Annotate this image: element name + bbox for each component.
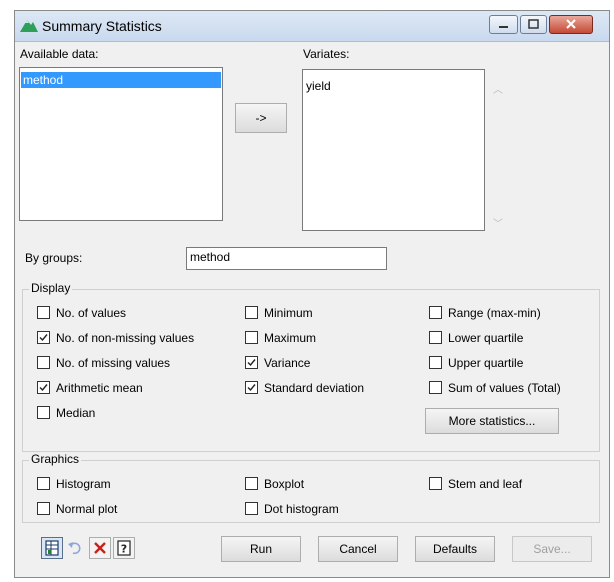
checkmark-icon	[39, 384, 48, 392]
clear-button[interactable]	[89, 537, 111, 559]
checkbox-label: Dot histogram	[264, 502, 339, 516]
checkbox-label: Lower quartile	[448, 331, 524, 345]
variates-label: Variates:	[303, 47, 350, 61]
minimize-button[interactable]	[489, 15, 518, 34]
checkbox-label: Standard deviation	[264, 381, 365, 395]
checkbox-label: Median	[56, 406, 96, 420]
svg-text:?: ?	[121, 543, 127, 556]
scroll-down-icon[interactable]: ﹀	[493, 215, 503, 230]
run-button[interactable]: Run	[221, 536, 301, 562]
checkbox-box[interactable]	[245, 356, 258, 369]
checkmark-icon	[39, 334, 48, 342]
available-data-list[interactable]: method	[19, 67, 223, 221]
help-button[interactable]: ?	[113, 537, 135, 559]
checkbox-box[interactable]	[429, 306, 442, 319]
checkbox-box[interactable]	[37, 356, 50, 369]
checkbox-box[interactable]	[429, 477, 442, 490]
variates-list[interactable]: yield	[302, 69, 485, 231]
title-bar[interactable]: Summary Statistics	[15, 11, 609, 42]
summary-statistics-dialog: Summary Statistics Available data: metho…	[14, 10, 610, 578]
move-to-variates-button[interactable]: ->	[235, 103, 287, 133]
scroll-up-icon[interactable]: ︿	[493, 81, 503, 96]
checkbox-label: No. of values	[56, 306, 127, 320]
spreadsheet-button[interactable]	[41, 537, 63, 559]
checkmark-icon	[247, 359, 256, 367]
checkbox-box[interactable]	[245, 306, 258, 319]
by-groups-field[interactable]: method	[186, 247, 387, 270]
mountain-icon	[20, 20, 38, 32]
graphics-group-title: Graphics	[29, 452, 82, 466]
checkbox-label: No. of missing values	[56, 356, 171, 370]
list-item[interactable]: yield	[304, 78, 483, 94]
spreadsheet-icon	[45, 540, 59, 556]
checkbox-label: Arithmetic mean	[56, 381, 143, 395]
checkbox-label: Sum of values (Total)	[448, 381, 561, 395]
available-data-label: Available data:	[20, 47, 99, 61]
display-group-title: Display	[29, 281, 73, 295]
checkbox-box[interactable]	[429, 331, 442, 344]
checkbox-label: Stem and leaf	[448, 477, 523, 491]
checkbox-box[interactable]	[245, 331, 258, 344]
close-icon	[566, 19, 576, 29]
undo-button[interactable]	[65, 537, 87, 559]
checkbox-label: Upper quartile	[448, 356, 524, 370]
checkbox-box[interactable]	[37, 406, 50, 419]
checkbox-box[interactable]	[429, 381, 442, 394]
checkbox-label: Minimum	[264, 306, 313, 320]
checkbox-label: Variance	[264, 356, 311, 370]
checkbox-label: Range (max-min)	[448, 306, 541, 320]
checkbox-box[interactable]	[37, 306, 50, 319]
clear-icon	[94, 542, 106, 554]
checkbox-label: Boxplot	[264, 477, 305, 491]
minimize-icon	[499, 26, 508, 28]
checkmark-icon	[247, 384, 256, 392]
checkbox-box[interactable]	[429, 356, 442, 369]
checkbox-label: Maximum	[264, 331, 317, 345]
checkbox-box[interactable]	[37, 381, 50, 394]
checkbox-box[interactable]	[37, 502, 50, 515]
checkbox-box[interactable]	[37, 477, 50, 490]
close-button[interactable]	[549, 15, 593, 34]
by-groups-label: By groups:	[25, 251, 83, 265]
maximize-button[interactable]	[520, 15, 547, 34]
cancel-button[interactable]: Cancel	[318, 536, 398, 562]
window-title: Summary Statistics	[42, 18, 162, 34]
list-item[interactable]: method	[21, 72, 221, 88]
save-button[interactable]: Save...	[512, 536, 592, 562]
undo-icon	[68, 542, 81, 555]
checkbox-label: Histogram	[56, 477, 111, 491]
checkbox-box[interactable]	[245, 502, 258, 515]
checkbox-box[interactable]	[245, 477, 258, 490]
maximize-icon	[528, 19, 539, 29]
more-statistics-button[interactable]: More statistics...	[425, 408, 559, 434]
help-icon: ?	[117, 540, 131, 556]
defaults-button[interactable]: Defaults	[415, 536, 495, 562]
checkbox-label: No. of non-missing values	[56, 331, 195, 345]
checkbox-label: Normal plot	[56, 502, 118, 516]
checkbox-box[interactable]	[37, 331, 50, 344]
checkbox-box[interactable]	[245, 381, 258, 394]
